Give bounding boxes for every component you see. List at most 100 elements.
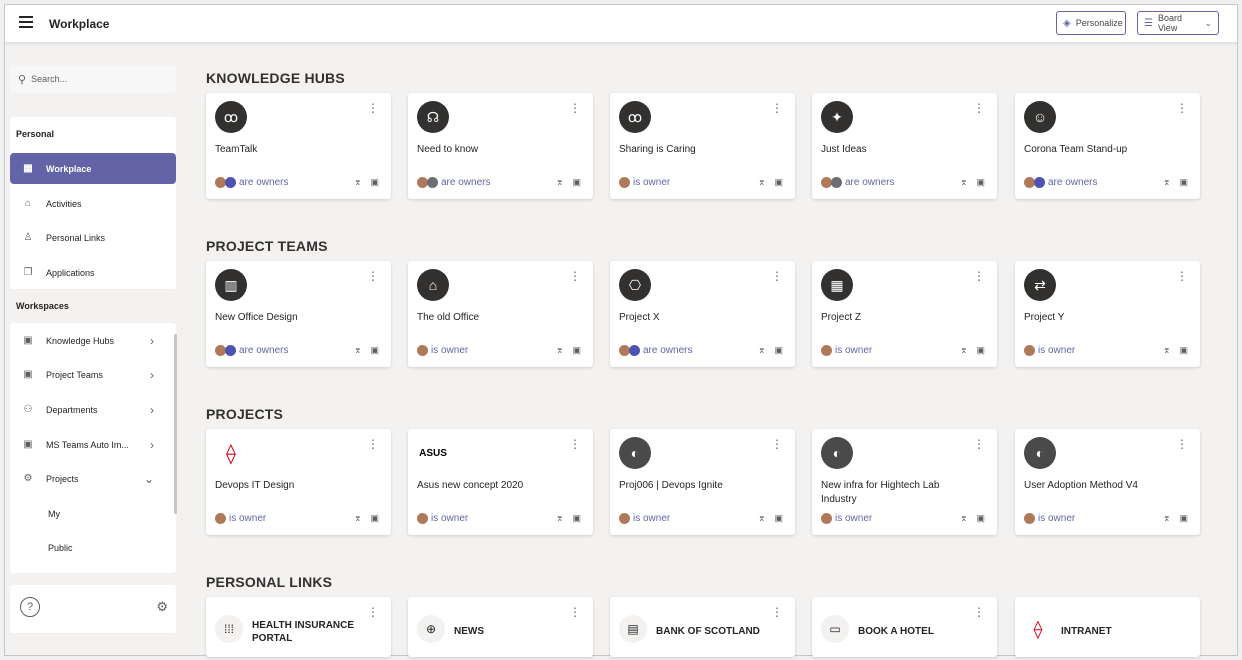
- nav-knowledge-hubs[interactable]: ▣ Knowledge Hubs ›: [10, 325, 176, 356]
- pin-top-icon[interactable]: ⌆: [556, 513, 564, 524]
- owner-info[interactable]: are owners: [215, 177, 288, 188]
- more-options-icon[interactable]: ⋮: [973, 437, 985, 451]
- tile-card[interactable]: ⇄ ⋮ Project Yis owner ⌆ ▣: [1015, 261, 1200, 367]
- owner-info[interactable]: are owners: [619, 345, 692, 356]
- pin-top-icon[interactable]: ⌆: [354, 177, 362, 188]
- teams-icon[interactable]: ▣: [370, 345, 379, 356]
- nav-applications[interactable]: ❐ Applications: [10, 257, 176, 288]
- more-options-icon[interactable]: ⋮: [367, 605, 379, 619]
- pin-top-icon[interactable]: ⌆: [1163, 513, 1171, 524]
- owner-info[interactable]: is owner: [821, 513, 872, 524]
- nav-projects-public[interactable]: Public: [48, 543, 73, 553]
- nav-workplace[interactable]: ▦ Workplace: [10, 153, 176, 184]
- teams-icon[interactable]: ▣: [774, 513, 783, 524]
- personal-link-card[interactable]: ⊕ NEWS ⋮: [408, 597, 593, 657]
- owner-info[interactable]: is owner: [619, 177, 670, 188]
- teams-icon[interactable]: ▣: [976, 345, 985, 356]
- owner-info[interactable]: is owner: [417, 513, 468, 524]
- owner-info[interactable]: is owner: [1024, 513, 1075, 524]
- teams-icon[interactable]: ▣: [370, 513, 379, 524]
- owner-info[interactable]: is owner: [1024, 345, 1075, 356]
- personal-link-card[interactable]: ▭ BOOK A HOTEL ⋮: [812, 597, 997, 657]
- teams-icon[interactable]: ▣: [370, 177, 379, 188]
- teams-icon[interactable]: ▣: [1179, 177, 1188, 188]
- owner-info[interactable]: are owners: [1024, 177, 1097, 188]
- more-options-icon[interactable]: ⋮: [973, 605, 985, 619]
- owner-info[interactable]: are owners: [821, 177, 894, 188]
- pin-top-icon[interactable]: ⌆: [758, 513, 766, 524]
- nav-departments[interactable]: ⚇ Departments ›: [10, 394, 176, 425]
- tile-card[interactable]: ✦ ⋮ Just Ideas are owners ⌆ ▣: [812, 93, 997, 199]
- more-options-icon[interactable]: ⋮: [367, 269, 379, 283]
- pin-top-icon[interactable]: ⌆: [1163, 177, 1171, 188]
- tile-card[interactable]: ⟠ ⋮ Devops IT Design is owner ⌆ ▣: [206, 429, 391, 535]
- help-icon[interactable]: ?: [20, 597, 40, 617]
- nav-activities[interactable]: ⌂ Activities: [10, 188, 176, 219]
- nav-project-teams[interactable]: ▣ Project Teams ›: [10, 359, 176, 390]
- pin-top-icon[interactable]: ⌆: [960, 513, 968, 524]
- sidebar-scrollbar[interactable]: [174, 334, 177, 514]
- tile-card[interactable]: ▦ ⋮ Project Zis owner ⌆ ▣: [812, 261, 997, 367]
- pin-top-icon[interactable]: ⌆: [354, 345, 362, 356]
- teams-icon[interactable]: ▣: [976, 177, 985, 188]
- teams-icon[interactable]: ▣: [1179, 513, 1188, 524]
- teams-icon[interactable]: ▣: [976, 513, 985, 524]
- personal-link-card[interactable]: ⟠ INTRANET: [1015, 597, 1200, 657]
- pin-top-icon[interactable]: ⌆: [1163, 345, 1171, 356]
- tile-card[interactable]: ◐ ⋮ New infra for Hightech Lab Industry is …: [812, 429, 997, 535]
- owner-info[interactable]: are owners: [417, 177, 490, 188]
- tile-card[interactable]: ◐ ⋮ Proj006 | Devops Ignite is owner ⌆ ▣: [610, 429, 795, 535]
- owner-info[interactable]: are owners: [215, 345, 288, 356]
- more-options-icon[interactable]: ⋮: [569, 269, 581, 283]
- pin-top-icon[interactable]: ⌆: [556, 177, 564, 188]
- search-input[interactable]: ⚲ Search...: [10, 65, 176, 93]
- teams-icon[interactable]: ▣: [572, 513, 581, 524]
- nav-projects-my[interactable]: My: [48, 509, 60, 519]
- nav-personal-links[interactable]: ♙ Personal Links: [10, 222, 176, 253]
- pin-top-icon[interactable]: ⌆: [960, 345, 968, 356]
- teams-icon[interactable]: ▣: [572, 177, 581, 188]
- teams-icon[interactable]: ▣: [774, 345, 783, 356]
- owner-info[interactable]: is owner: [417, 345, 468, 356]
- nav-ms-teams-auto-import[interactable]: ▣ MS Teams Auto Im... ›: [10, 429, 176, 460]
- teams-icon[interactable]: ▣: [774, 177, 783, 188]
- pin-top-icon[interactable]: ⌆: [556, 345, 564, 356]
- more-options-icon[interactable]: ⋮: [569, 101, 581, 115]
- more-options-icon[interactable]: ⋮: [569, 437, 581, 451]
- more-options-icon[interactable]: ⋮: [569, 605, 581, 619]
- more-options-icon[interactable]: ⋮: [367, 437, 379, 451]
- more-options-icon[interactable]: ⋮: [771, 605, 783, 619]
- owner-info[interactable]: is owner: [821, 345, 872, 356]
- gear-icon[interactable]: ⚙: [156, 599, 168, 615]
- owner-info[interactable]: is owner: [619, 513, 670, 524]
- personalize-button[interactable]: ◈ Personalize: [1056, 11, 1126, 35]
- more-options-icon[interactable]: ⋮: [771, 101, 783, 115]
- more-options-icon[interactable]: ⋮: [1176, 269, 1188, 283]
- tile-card[interactable]: ⌂ ⋮ The old Office is owner ⌆ ▣: [408, 261, 593, 367]
- more-options-icon[interactable]: ⋮: [771, 437, 783, 451]
- tile-card[interactable]: ASUS ⋮ Asus new concept 2020 is owner ⌆ ▣: [408, 429, 593, 535]
- tile-card[interactable]: ꝏ ⋮ Sharing is Caring is owner ⌆ ▣: [610, 93, 795, 199]
- teams-icon[interactable]: ▣: [1179, 345, 1188, 356]
- personal-link-card[interactable]: ▤ BANK OF SCOTLAND ⋮: [610, 597, 795, 657]
- pin-top-icon[interactable]: ⌆: [758, 345, 766, 356]
- more-options-icon[interactable]: ⋮: [973, 269, 985, 283]
- tile-card[interactable]: ☺ ⋮ Corona Team Stand-up are owners ⌆ ▣: [1015, 93, 1200, 199]
- tile-card[interactable]: ꝏ ⋮ TeamTalk are owners ⌆ ▣: [206, 93, 391, 199]
- tile-card[interactable]: ⎔ ⋮ Project Xare owners ⌆ ▣: [610, 261, 795, 367]
- owner-info[interactable]: is owner: [215, 513, 266, 524]
- teams-icon[interactable]: ▣: [572, 345, 581, 356]
- tile-card[interactable]: ▥ ⋮ New Office Design are owners ⌆ ▣: [206, 261, 391, 367]
- pin-top-icon[interactable]: ⌆: [354, 513, 362, 524]
- more-options-icon[interactable]: ⋮: [1176, 437, 1188, 451]
- more-options-icon[interactable]: ⋮: [367, 101, 379, 115]
- hamburger-icon[interactable]: [19, 16, 33, 30]
- more-options-icon[interactable]: ⋮: [771, 269, 783, 283]
- more-options-icon[interactable]: ⋮: [1176, 101, 1188, 115]
- personal-link-card[interactable]: ⁞⁞⁞ HEALTH INSURANCE PORTAL ⋮: [206, 597, 391, 657]
- tile-card[interactable]: ◐ ⋮ User Adoption Method V4 is owner ⌆ ▣: [1015, 429, 1200, 535]
- pin-top-icon[interactable]: ⌆: [960, 177, 968, 188]
- view-select[interactable]: ☰ Board View ⌄: [1137, 11, 1219, 35]
- pin-top-icon[interactable]: ⌆: [758, 177, 766, 188]
- more-options-icon[interactable]: ⋮: [973, 101, 985, 115]
